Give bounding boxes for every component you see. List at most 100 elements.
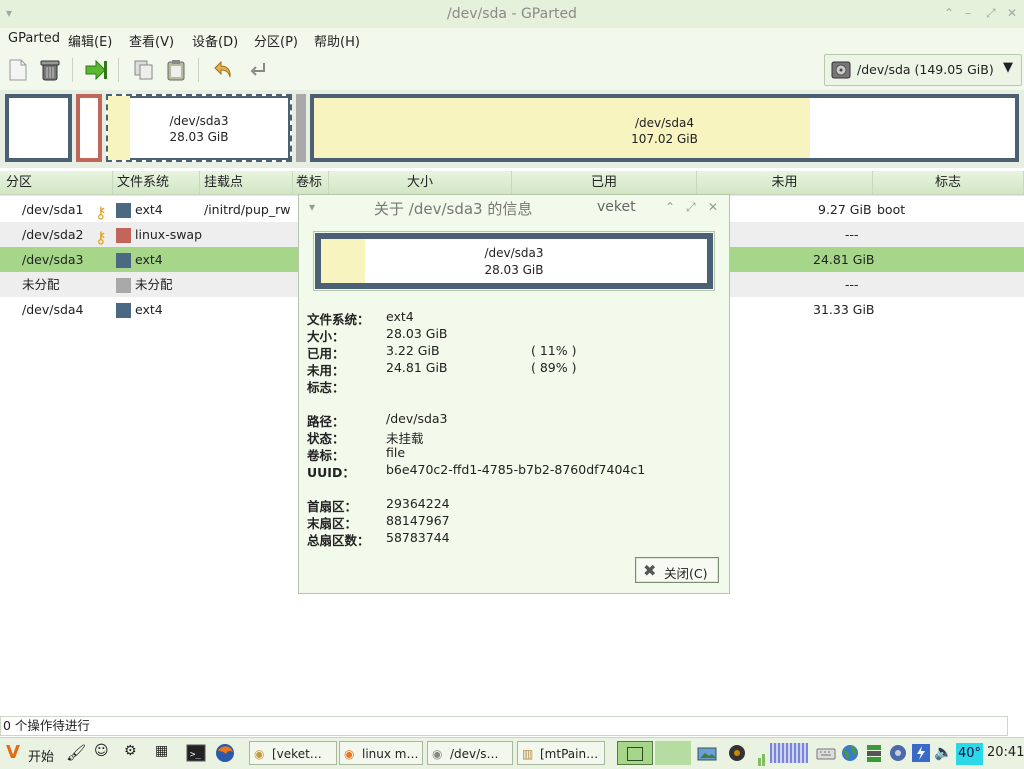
title-bar: ▾ /dev/sda - GParted ⌃ – ⤢ ✕ [0, 0, 1024, 29]
task-paint-icon: ▥ [522, 747, 534, 761]
menu-view[interactable]: 查看(V) [129, 31, 174, 50]
maximize-icon[interactable]: ⤢ [686, 200, 696, 215]
column-header-filesystem[interactable]: 文件系统 [113, 171, 200, 195]
keyboard-icon[interactable] [816, 743, 836, 763]
face-icon[interactable]: ☺ [94, 743, 114, 763]
column-header-mountpoint[interactable]: 挂载点 [200, 171, 293, 195]
menu-gparted[interactable]: GParted [8, 31, 60, 46]
dialog-map-frame: /dev/sda3 28.03 GiB [313, 231, 715, 291]
unused-value: 24.81 GiB [386, 360, 448, 375]
close-icon[interactable]: ✕ [708, 200, 718, 214]
apply-icon[interactable] [246, 58, 270, 82]
menu-edit[interactable]: 编辑(E) [68, 31, 112, 50]
workspace-2[interactable] [655, 741, 691, 765]
diskmap-sda1[interactable] [5, 94, 72, 162]
close-icon[interactable]: ✕ [1007, 6, 1017, 20]
shade-icon[interactable]: ⌃ [665, 200, 675, 214]
unused-value: 31.33 GiB [813, 302, 875, 317]
menu-help[interactable]: 帮助(H) [314, 31, 360, 50]
terminal-icon[interactable]: >_ [186, 743, 206, 763]
dialog-map-size: 28.03 GiB [484, 263, 544, 277]
task-disk-icon: ◉ [432, 747, 443, 761]
task-mtpaint[interactable]: ▥ [mtPain… [517, 741, 605, 765]
device-selector[interactable]: /dev/sda (149.05 GiB) ▼ [824, 54, 1022, 86]
uuid-label: UUID： [307, 465, 355, 480]
partition-table-header: 分区 文件系统 挂载点 卷标 大小 已用 未用 标志 [0, 171, 1024, 196]
column-header-used[interactable]: 已用 [512, 171, 697, 195]
menu-partition[interactable]: 分区(P) [254, 31, 298, 50]
copy-icon[interactable] [132, 58, 156, 82]
column-header-label[interactable]: 卷标 [293, 171, 329, 195]
shade-icon[interactable]: ⌃ [944, 6, 954, 20]
flags-value: boot [877, 202, 906, 217]
undo-icon[interactable] [212, 58, 236, 82]
total-sectors-label: 总扇区数： [307, 533, 370, 548]
paint-roller-icon[interactable]: 🖌 [66, 743, 86, 763]
dialog-title-bar: ▾ 关于 /dev/sda3 的信息 veket ⌃ ⤢ ✕ [299, 195, 729, 221]
mountpoint: /initrd/pup_rw [204, 202, 291, 217]
task-veket[interactable]: ◉ [veket… [249, 741, 337, 765]
partition-name: /dev/sda4 [22, 302, 84, 317]
pending-operations-text: 0 个操作待进行 [3, 718, 90, 733]
filesystem: ext4 [135, 202, 163, 217]
unused-value: 9.27 GiB [818, 202, 872, 217]
task-linux[interactable]: ◉ linux m… [339, 741, 423, 765]
unused-value: --- [845, 277, 859, 292]
path-value: /dev/sda3 [386, 411, 448, 426]
paste-icon[interactable] [164, 58, 188, 82]
media-icon[interactable] [727, 743, 747, 763]
size-value: 28.03 GiB [386, 326, 448, 341]
hard-disk-icon [831, 60, 851, 83]
volume-icon[interactable]: 🔈 [934, 743, 954, 763]
maximize-icon[interactable]: ⤢ [986, 6, 996, 21]
minimize-icon[interactable]: – [965, 6, 971, 20]
dialog-menu-icon[interactable]: ▾ [309, 200, 315, 214]
diskmap-sda3-name: /dev/sda3 [169, 114, 229, 128]
column-header-size[interactable]: 大小 [329, 171, 512, 195]
firefox-icon[interactable] [215, 743, 235, 763]
close-button-label: 关闭(C) [664, 566, 708, 581]
start-button[interactable]: V 开始 [4, 742, 56, 766]
diskmap-unallocated[interactable] [296, 94, 306, 162]
resize-move-icon[interactable] [84, 58, 108, 82]
dialog-partition-map: /dev/sda3 28.03 GiB [315, 233, 713, 289]
power-icon[interactable] [911, 743, 931, 763]
volume-label-value: file [386, 445, 406, 460]
window-title: /dev/sda - GParted [447, 6, 577, 22]
network-globe-icon[interactable] [840, 743, 860, 763]
svg-text:>_: >_ [190, 750, 201, 760]
settings-tools-icon[interactable]: ⚙ [124, 743, 144, 763]
column-header-partition[interactable]: 分区 [0, 171, 113, 195]
drive-icon[interactable] [888, 743, 908, 763]
diskmap-sda2[interactable] [76, 94, 102, 162]
task-gparted[interactable]: ◉ /dev/s… [427, 741, 513, 765]
new-partition-icon[interactable] [6, 58, 30, 82]
fs-color-swatch [116, 278, 131, 293]
dialog-map-name: /dev/sda3 [484, 246, 544, 260]
package-icon[interactable]: ▦ [155, 743, 175, 763]
uuid-value: b6e470c2-ffd1-4785-b7b2-8760df7404c1 [386, 462, 646, 477]
chevron-down-icon[interactable]: ▼ [1003, 60, 1013, 75]
diskmap-sda3[interactable]: /dev/sda3 28.03 GiB [106, 94, 292, 162]
fs-color-swatch [116, 253, 131, 268]
diskmap-sda4[interactable]: /dev/sda4 107.02 GiB [310, 94, 1019, 162]
last-sector-value: 88147967 [386, 513, 450, 528]
network-status-icon[interactable] [864, 743, 884, 763]
workspace-1[interactable] [617, 741, 653, 765]
menu-device[interactable]: 设备(D) [192, 31, 238, 50]
temperature-readout: 40° [956, 743, 983, 765]
column-header-flags[interactable]: 标志 [873, 171, 1024, 195]
delete-icon[interactable] [38, 58, 62, 82]
screenshot-icon[interactable] [697, 743, 717, 763]
disk-map: /dev/sda3 28.03 GiB /dev/sda4 107.02 GiB [0, 90, 1024, 168]
column-header-unused[interactable]: 未用 [697, 171, 873, 195]
taskbar: V 开始 🖌 ☺ ⚙ ▦ >_ ◉ [veket… ◉ linux m… ◉ /… [0, 737, 1024, 769]
close-x-icon: ✖ [643, 561, 657, 580]
task-app-icon: ◉ [254, 747, 265, 761]
close-button[interactable]: ✖ 关闭(C) [635, 557, 719, 583]
workspace-window-icon [627, 747, 643, 761]
filesystem: linux-swap [135, 227, 203, 242]
partition-name: /dev/sda3 [22, 252, 84, 267]
menu-bar: GParted 编辑(E) 查看(V) 设备(D) 分区(P) 帮助(H) [0, 28, 1024, 50]
diskmap-sda4-size: 107.02 GiB [631, 132, 698, 146]
